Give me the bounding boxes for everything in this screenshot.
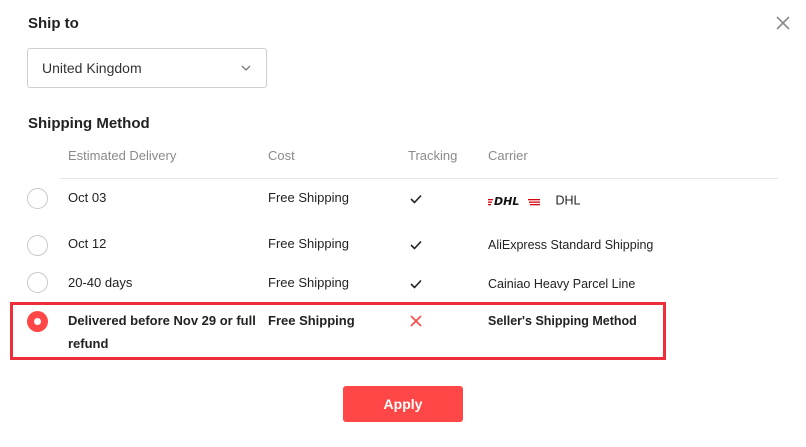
check-icon xyxy=(409,238,423,252)
shipping-option-row[interactable]: Oct 03 Free Shipping DHL DHL xyxy=(0,182,806,222)
selected-country: United Kingdom xyxy=(42,60,142,76)
ship-to-title: Ship to xyxy=(28,15,79,32)
highlight-box xyxy=(10,302,666,360)
check-icon xyxy=(409,192,423,206)
estimated-delivery: Oct 03 xyxy=(68,190,107,205)
radio-button[interactable] xyxy=(27,188,48,209)
shipping-method-title: Shipping Method xyxy=(28,115,150,132)
dhl-logo-text: DHL xyxy=(494,195,519,208)
close-icon xyxy=(776,16,790,30)
column-header-carrier: Carrier xyxy=(488,148,528,163)
radio-button[interactable] xyxy=(27,235,48,256)
check-icon xyxy=(409,277,423,291)
shipping-option-row[interactable]: Oct 12 Free Shipping AliExpress Standard… xyxy=(0,228,806,268)
carrier-name: DHL xyxy=(555,193,581,208)
column-header-estimated-delivery: Estimated Delivery xyxy=(68,148,177,163)
shipping-cost: Free Shipping xyxy=(268,190,349,205)
shipping-cost: Free Shipping xyxy=(268,275,349,290)
carrier: DHL DHL xyxy=(488,192,581,209)
estimated-delivery: 20-40 days xyxy=(68,275,133,290)
column-header-cost: Cost xyxy=(268,148,295,163)
apply-button[interactable]: Apply xyxy=(343,386,463,422)
shipping-option-row[interactable]: 20-40 days Free Shipping Cainiao Heavy P… xyxy=(0,267,806,307)
dhl-logo-icon: DHL xyxy=(488,194,540,208)
estimated-delivery: Oct 12 xyxy=(68,236,107,251)
chevron-down-icon xyxy=(241,65,251,71)
country-select[interactable]: United Kingdom xyxy=(27,48,267,88)
shipping-cost: Free Shipping xyxy=(268,236,349,251)
close-button[interactable] xyxy=(773,13,793,33)
header-divider xyxy=(60,178,778,179)
column-header-tracking: Tracking xyxy=(408,148,458,163)
carrier-name: AliExpress Standard Shipping xyxy=(488,238,654,252)
radio-button[interactable] xyxy=(27,272,48,293)
carrier-name: Cainiao Heavy Parcel Line xyxy=(488,277,636,291)
